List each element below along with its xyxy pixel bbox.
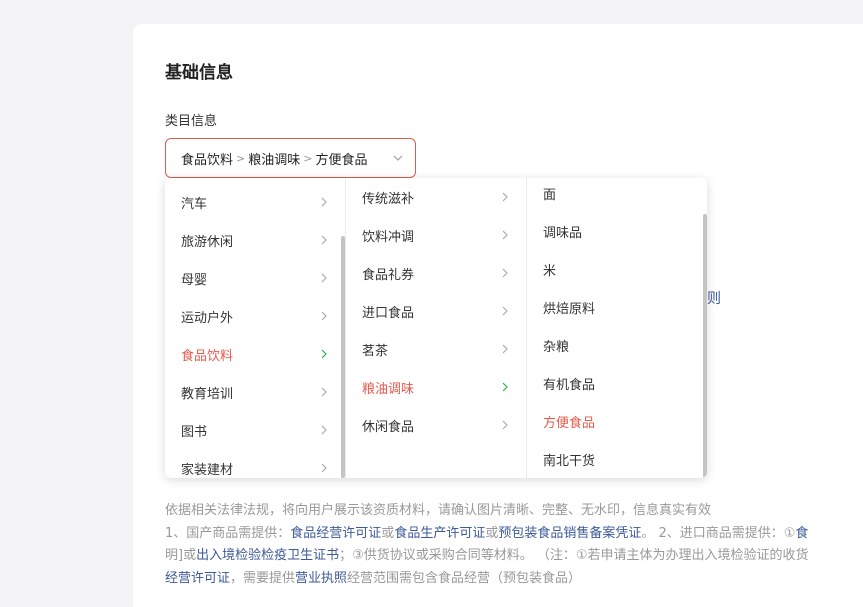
chevron-right-icon <box>321 463 327 473</box>
food-business-license-link[interactable]: 食品经营许可证 <box>290 526 381 541</box>
category-column-level1: 汽车 旅游休闲 母婴 运动户外 食品饮料 教育培训 图书 家装建材 <box>165 178 346 478</box>
cascader-level3: 方便食品 <box>315 152 368 168</box>
business-permit-link[interactable]: 经营许可证 <box>165 571 230 586</box>
chevron-down-icon[interactable] <box>391 151 405 165</box>
menu-item-travel[interactable]: 旅游休闲 <box>165 221 345 259</box>
menu-item-baby[interactable]: 母婴 <box>165 259 345 297</box>
menu-item-car[interactable]: 汽车 <box>165 183 345 221</box>
notes-line-4: 经营许可证，需要提供营业执照经营范围需包含食品经营（预包装食品） <box>165 570 582 586</box>
menu-item-rice[interactable]: 米 <box>527 250 707 288</box>
chevron-right-icon <box>502 192 508 202</box>
menu-item-drinks[interactable]: 饮料冲调 <box>346 216 526 254</box>
chevron-right-icon <box>502 306 508 316</box>
rules-link-partial[interactable]: 则 <box>707 288 721 308</box>
cascader-level1: 食品饮料 <box>181 152 234 168</box>
menu-item-organic[interactable]: 有机食品 <box>527 364 707 402</box>
notes-line-1: 依据相关法律法规，将向用户展示该资质材料，请确认图片清晰、完整、无水印，信息真实… <box>165 503 712 518</box>
chevron-right-icon <box>321 349 327 359</box>
chevron-right-icon <box>502 344 508 354</box>
menu-item-books[interactable]: 图书 <box>165 411 345 449</box>
category-column-level3: 面 调味品 米 烘焙原料 杂粮 有机食品 方便食品 南北干货 <box>527 178 707 478</box>
menu-item-tea[interactable]: 茗茶 <box>346 330 526 368</box>
menu-item-grain-oil[interactable]: 粮油调味 <box>346 368 526 406</box>
category-column-level2: 传统滋补 饮料冲调 食品礼券 进口食品 茗茶 粮油调味 休闲食品 <box>346 178 527 478</box>
menu-item-mixed-grains[interactable]: 杂粮 <box>527 326 707 364</box>
menu-item-noodles[interactable]: 面 <box>527 178 707 212</box>
chevron-right-icon <box>321 311 327 321</box>
category-field-label: 类目信息 <box>165 114 218 129</box>
food-production-license-link[interactable]: 食品生产许可证 <box>394 526 485 541</box>
qualification-notes: 依据相关法律法规，将向用户展示该资质材料，请确认图片清晰、完整、无水印，信息真实… <box>165 500 863 590</box>
menu-item-food-beverage[interactable]: 食品饮料 <box>165 335 345 373</box>
menu-item-sports[interactable]: 运动户外 <box>165 297 345 335</box>
prepackaged-food-filing-link[interactable]: 预包装食品销售备案凭证 <box>498 526 641 541</box>
import-doc-link-partial[interactable]: 食 <box>795 526 808 541</box>
menu-item-condiments[interactable]: 调味品 <box>527 212 707 250</box>
scrollbar-thumb[interactable] <box>341 236 345 478</box>
chevron-right-icon <box>321 197 327 207</box>
menu-item-education[interactable]: 教育培训 <box>165 373 345 411</box>
menu-item-home-building[interactable]: 家装建材 <box>165 449 345 478</box>
cascader-dropdown: 汽车 旅游休闲 母婴 运动户外 食品饮料 教育培训 图书 家装建材 传统滋补 饮… <box>165 178 707 478</box>
chevron-right-icon <box>321 425 327 435</box>
chevron-right-icon <box>502 382 508 392</box>
menu-item-snacks[interactable]: 休闲食品 <box>346 406 526 444</box>
chevron-right-icon <box>321 235 327 245</box>
menu-item-traditional-tonic[interactable]: 传统滋补 <box>346 178 526 216</box>
chevron-right-icon <box>502 420 508 430</box>
chevron-right-icon <box>502 268 508 278</box>
notes-line-3: 明]或出入境检验检疫卫生证书；③供货协议或采购合同等材料。 （注：①若申请主体为… <box>165 548 809 563</box>
scrollbar-thumb[interactable] <box>703 214 707 478</box>
menu-item-food-voucher[interactable]: 食品礼券 <box>346 254 526 292</box>
menu-item-dried-goods[interactable]: 南北干货 <box>527 440 707 478</box>
notes-line-2: 1、国产商品需提供：食品经营许可证或食品生产许可证或预包装食品销售备案凭证。 2… <box>165 525 809 541</box>
business-license-link[interactable]: 营业执照 <box>295 571 347 586</box>
cascader-level2: 粮油调味 <box>248 152 301 168</box>
menu-item-instant-food[interactable]: 方便食品 <box>527 402 707 440</box>
menu-item-baking[interactable]: 烘焙原料 <box>527 288 707 326</box>
separator-chevron-icon: > <box>303 151 313 165</box>
menu-item-imported-food[interactable]: 进口食品 <box>346 292 526 330</box>
category-cascader[interactable]: 食品饮料 > 粮油调味 > 方便食品 <box>165 138 416 178</box>
chevron-right-icon <box>502 230 508 240</box>
chevron-right-icon <box>321 387 327 397</box>
chevron-right-icon <box>321 273 327 283</box>
inspection-certificate-link[interactable]: 出入境检验检疫卫生证书 <box>196 548 339 563</box>
section-title: 基础信息 <box>165 63 233 83</box>
separator-chevron-icon: > <box>236 151 246 165</box>
